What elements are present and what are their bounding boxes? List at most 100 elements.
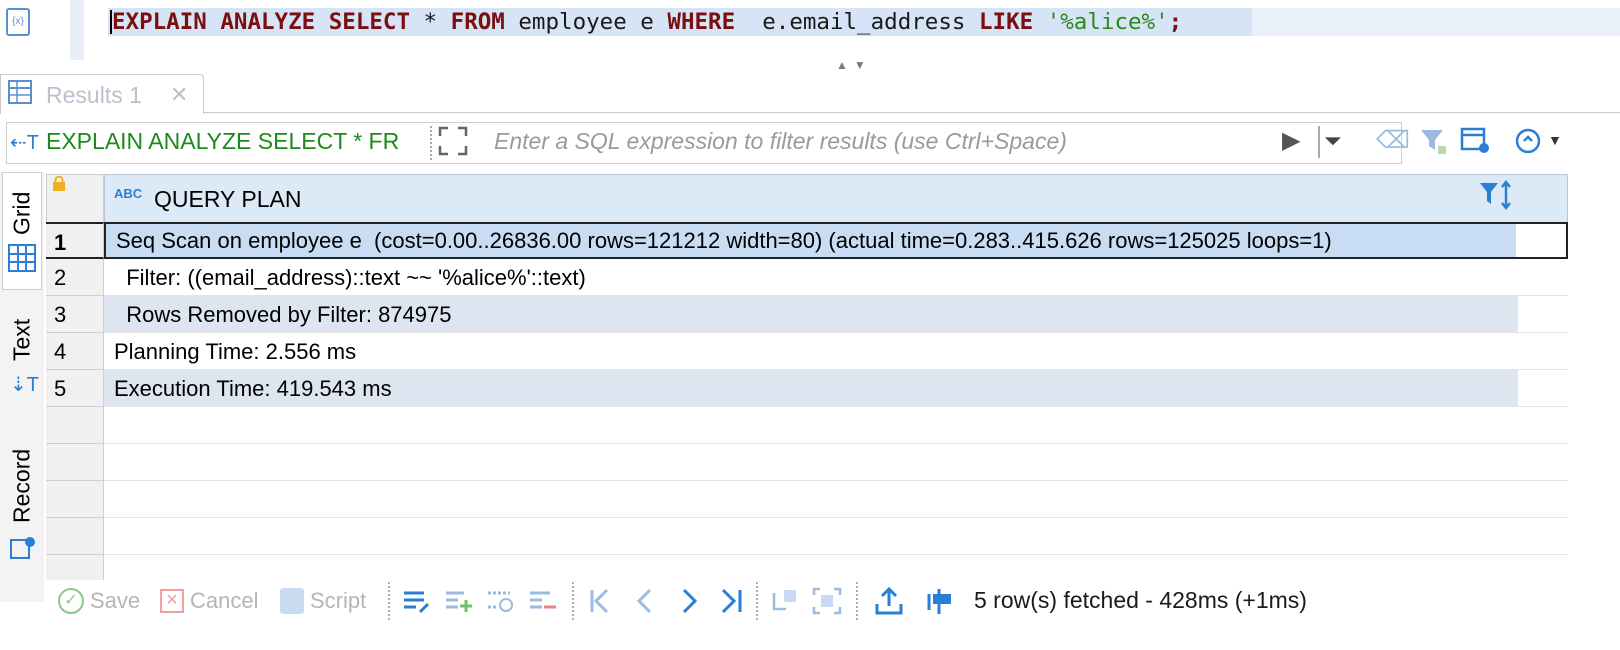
panel-config-icon[interactable]	[1460, 126, 1492, 156]
save-label: Save	[90, 588, 141, 613]
previous-page-icon[interactable]	[628, 584, 662, 618]
text-icon: ⇣T	[10, 374, 39, 396]
text-caret	[110, 10, 112, 34]
table-row[interactable]	[104, 518, 1568, 555]
row-number[interactable]: 5	[46, 370, 104, 407]
add-row-icon[interactable]	[442, 584, 476, 618]
cancel-icon: ✕	[160, 589, 184, 613]
chevron-down-icon[interactable]: ▼	[1548, 132, 1562, 148]
filter-history-dropdown-icon[interactable]: ⏷	[1324, 128, 1342, 154]
editor-gutter	[70, 0, 84, 60]
file-icon: {x}	[6, 8, 30, 36]
export-icon[interactable]	[872, 584, 906, 618]
divider	[1318, 126, 1320, 158]
delete-row-icon[interactable]	[526, 584, 560, 618]
check-circle-icon: ✓	[58, 588, 84, 614]
side-tab-record[interactable]: Record	[2, 440, 42, 532]
column-header-query-plan[interactable]	[104, 174, 1568, 226]
sql-keyword: ;	[1168, 9, 1183, 35]
row-number[interactable]: 4	[46, 333, 104, 370]
copy-row-icon[interactable]	[484, 584, 518, 618]
grid-filler	[1518, 296, 1568, 332]
next-page-icon[interactable]	[672, 584, 706, 618]
sql-keyword: WHERE	[667, 9, 736, 35]
side-tab-text[interactable]: Text	[2, 310, 42, 370]
close-icon[interactable]: ✕	[170, 82, 188, 108]
sql-keyword: LIKE	[978, 9, 1034, 35]
panel-resize-arrows-icon[interactable]: ▲▼	[836, 58, 872, 72]
eraser-icon[interactable]: ⌫	[1376, 126, 1410, 155]
divider	[856, 582, 860, 620]
row-number[interactable]	[46, 518, 104, 555]
query-plan-cell[interactable]: Planning Time: 2.556 ms	[114, 339, 356, 364]
sql-keyword: EXPLAIN ANALYZE SELECT	[112, 9, 411, 35]
query-plan-cell[interactable]: Rows Removed by Filter: 874975	[114, 302, 451, 327]
sql-identifier	[1033, 9, 1047, 35]
table-row[interactable]: Filter: ((email_address)::text ~~ '%alic…	[104, 259, 1568, 296]
filter-settings-icon[interactable]	[1418, 126, 1448, 156]
table-row[interactable]: Rows Removed by Filter: 874975	[104, 296, 1568, 333]
row-number[interactable]: 2	[46, 259, 104, 296]
grid-icon	[8, 244, 36, 272]
table-row[interactable]	[104, 444, 1568, 481]
grid-filler	[1518, 407, 1568, 443]
first-page-icon[interactable]	[584, 584, 618, 618]
sql-identifier: e.email_address	[735, 9, 979, 35]
table-row[interactable]: Execution Time: 419.543 ms	[104, 370, 1568, 407]
query-plan-cell[interactable]: Seq Scan on employee e (cost=0.00..26836…	[116, 228, 1332, 253]
table-row[interactable]: Seq Scan on employee e (cost=0.00..26836…	[104, 222, 1568, 259]
table-row[interactable]	[104, 481, 1568, 518]
fetch-all-icon[interactable]	[810, 584, 844, 618]
tab-label: Results 1	[46, 82, 142, 108]
current-line-highlight-rest	[1252, 8, 1620, 36]
divider	[430, 126, 432, 160]
table-icon	[8, 80, 32, 104]
sql-identifier: employee e	[504, 9, 668, 35]
grid-filler	[1518, 481, 1568, 517]
expand-icon[interactable]	[438, 126, 468, 156]
sql-string-literal: '%alice%'	[1046, 9, 1169, 35]
divider	[572, 582, 576, 620]
row-number[interactable]: 3	[46, 296, 104, 333]
refresh-icon[interactable]	[1514, 126, 1546, 156]
apply-filter-icon[interactable]: ▶	[1282, 126, 1300, 155]
script-button[interactable]: Script	[280, 588, 366, 614]
grid-filler	[1518, 518, 1568, 554]
panels-icon[interactable]	[924, 584, 958, 618]
save-button[interactable]: ✓ Save	[58, 588, 140, 614]
column-header-label: QUERY PLAN	[154, 186, 302, 212]
row-number[interactable]: 1	[46, 222, 104, 259]
grid-filler	[1518, 370, 1568, 406]
row-number[interactable]	[46, 481, 104, 518]
grid-filler	[1518, 259, 1568, 295]
cancel-button[interactable]: ✕ Cancel	[160, 588, 258, 614]
row-number[interactable]	[46, 407, 104, 444]
grid-filler	[1516, 224, 1566, 257]
sql-identifier: *	[410, 9, 451, 35]
edit-row-icon[interactable]	[400, 584, 434, 618]
fetch-status-text: 5 row(s) fetched - 428ms (+1ms)	[974, 587, 1307, 613]
sort-filter-icon[interactable]	[1478, 179, 1514, 212]
table-row[interactable]	[104, 407, 1568, 444]
filter-input[interactable]: Enter a SQL expression to filter results…	[494, 128, 1067, 155]
side-tab-grid-label: Grid	[8, 191, 35, 235]
grid-filler	[1518, 444, 1568, 480]
lock-icon	[52, 175, 66, 192]
sql-keyword: FROM	[450, 9, 505, 35]
active-query-label[interactable]: EXPLAIN ANALYZE SELECT * FR	[46, 128, 436, 155]
divider	[388, 582, 392, 620]
script-icon	[280, 588, 304, 614]
fetch-next-icon[interactable]	[768, 584, 802, 618]
query-plan-cell[interactable]: Execution Time: 419.543 ms	[114, 376, 392, 401]
last-page-icon[interactable]	[714, 584, 748, 618]
cancel-label: Cancel	[190, 588, 259, 613]
divider	[756, 582, 760, 620]
table-row[interactable]: Planning Time: 2.556 ms	[104, 333, 1568, 370]
record-icon	[8, 534, 36, 562]
row-number[interactable]	[46, 444, 104, 481]
text-type-icon: ABC	[114, 186, 143, 201]
sql-statement[interactable]: EXPLAIN ANALYZE SELECT * FROM employee e…	[112, 8, 1182, 36]
tab-strip-border	[0, 112, 1620, 113]
grid-filler	[1518, 333, 1568, 369]
query-plan-cell[interactable]: Filter: ((email_address)::text ~~ '%alic…	[114, 265, 586, 290]
